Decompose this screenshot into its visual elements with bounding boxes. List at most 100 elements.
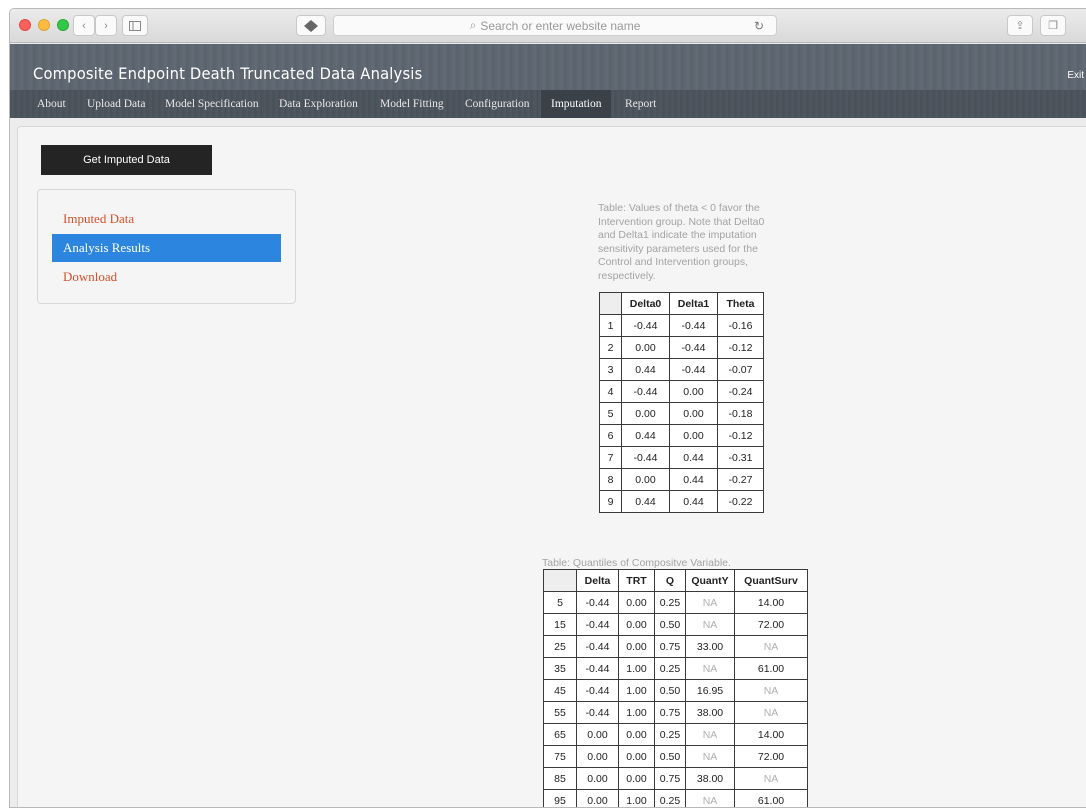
exit-link[interactable]: Exit (1067, 70, 1084, 81)
table-cell: 6 (600, 425, 622, 447)
table-cell: 0.75 (655, 636, 686, 658)
table-cell: NA (735, 768, 808, 790)
table-header: TRT (619, 570, 655, 592)
table-cell: 61.00 (735, 790, 808, 808)
table-cell: -0.24 (718, 381, 764, 403)
zoom-window-button[interactable] (57, 19, 69, 31)
close-window-button[interactable] (19, 19, 31, 31)
table-cell: NA (686, 746, 735, 768)
table-cell: -0.12 (718, 337, 764, 359)
table-cell: 0.44 (622, 359, 670, 381)
app-title: Composite Endpoint Death Truncated Data … (33, 64, 422, 83)
theta-table-body: 1-0.44-0.44-0.1620.00-0.44-0.1230.44-0.4… (600, 315, 764, 513)
share-icon[interactable]: ⇪ (1007, 15, 1033, 36)
tab-upload-data[interactable]: Upload Data (77, 90, 155, 118)
sidebar-item-imputed-data[interactable]: Imputed Data (52, 205, 281, 233)
table-header: Theta (718, 293, 764, 315)
tab-configuration[interactable]: Configuration (455, 90, 540, 118)
address-placeholder: Search or enter website name (480, 19, 640, 33)
table-cell: NA (735, 702, 808, 724)
table-cell: 85 (544, 768, 577, 790)
tab-data-exploration[interactable]: Data Exploration (269, 90, 368, 118)
address-bar[interactable]: ⌕ Search or enter website name ↻ (333, 15, 777, 36)
table-cell: -0.44 (622, 381, 670, 403)
table-cell: -0.18 (718, 403, 764, 425)
search-icon: ⌕ (470, 18, 477, 33)
table-cell: -0.44 (577, 680, 619, 702)
get-imputed-data-button[interactable]: Get Imputed Data (41, 145, 212, 175)
table-cell: 14.00 (735, 592, 808, 614)
table-cell: 0.00 (619, 592, 655, 614)
back-icon[interactable]: ‹ (73, 15, 95, 36)
table-cell: 0.00 (670, 381, 718, 403)
sidebar-item-download[interactable]: Download (52, 263, 281, 291)
table-cell: -0.44 (622, 315, 670, 337)
table-cell: 0.44 (622, 425, 670, 447)
table-header-row: Delta0 Delta1 Theta (600, 293, 764, 315)
table-cell: -0.44 (577, 702, 619, 724)
table-cell: -0.44 (577, 658, 619, 680)
table-row: 55-0.441.000.7538.00NA (544, 702, 808, 724)
table-cell: NA (735, 680, 808, 702)
table-cell: 4 (600, 381, 622, 403)
table-cell: 0.00 (619, 746, 655, 768)
tabs-icon[interactable]: ❐ (1040, 15, 1066, 36)
table-cell: -0.16 (718, 315, 764, 337)
table-header: QuantSurv (735, 570, 808, 592)
table-cell: 0.00 (619, 724, 655, 746)
table-cell: NA (735, 636, 808, 658)
table-cell: 33.00 (686, 636, 735, 658)
reload-icon[interactable]: ↻ (754, 19, 764, 33)
table-cell: 0.44 (670, 469, 718, 491)
table-cell: -0.44 (670, 337, 718, 359)
table-cell: 65 (544, 724, 577, 746)
sidebar-toggle-icon[interactable] (122, 15, 148, 36)
table-cell: 0.00 (622, 469, 670, 491)
table-row: 1-0.44-0.44-0.16 (600, 315, 764, 337)
table-row: 25-0.440.000.7533.00NA (544, 636, 808, 658)
table-cell: 0.44 (670, 491, 718, 513)
table-cell: 45 (544, 680, 577, 702)
table-row: 850.000.000.7538.00NA (544, 768, 808, 790)
forward-icon[interactable]: › (95, 15, 117, 36)
minimize-window-button[interactable] (38, 19, 50, 31)
table-cell: 0.00 (670, 403, 718, 425)
table-row: 45-0.441.000.5016.95NA (544, 680, 808, 702)
table-cell: 0.25 (655, 790, 686, 808)
table-cell: 15 (544, 614, 577, 636)
tab-about[interactable]: About (27, 90, 76, 118)
tab-model-fitting[interactable]: Model Fitting (370, 90, 454, 118)
table-cell: 38.00 (686, 702, 735, 724)
table-cell: 72.00 (735, 614, 808, 636)
table-header: Delta1 (670, 293, 718, 315)
sidebar-item-analysis-results[interactable]: Analysis Results (52, 234, 281, 262)
table-cell: 0.00 (577, 768, 619, 790)
side-panel: Imputed Data Analysis Results Download (37, 189, 296, 304)
table-cell: 72.00 (735, 746, 808, 768)
table-row: 50.000.00-0.18 (600, 403, 764, 425)
tab-report[interactable]: Report (615, 90, 666, 118)
app-header: Composite Endpoint Death Truncated Data … (10, 44, 1086, 90)
site-icon[interactable] (296, 15, 326, 36)
tab-model-specification[interactable]: Model Specification (155, 90, 269, 118)
table-cell: 0.50 (655, 680, 686, 702)
table-cell: -0.44 (577, 592, 619, 614)
table-row: 20.00-0.44-0.12 (600, 337, 764, 359)
table-cell: 0.25 (655, 658, 686, 680)
table-cell: -0.12 (718, 425, 764, 447)
table-cell: 5 (600, 403, 622, 425)
table-cell: 0.00 (619, 614, 655, 636)
table-cell: 1.00 (619, 790, 655, 808)
table-row: 5-0.440.000.25NA14.00 (544, 592, 808, 614)
table-cell: 14.00 (735, 724, 808, 746)
browser-toolbar: ‹ › ⌕ Search or enter website name ↻ ⇪ ❐ (10, 9, 1086, 43)
table-cell: 9 (600, 491, 622, 513)
table-cell: 75 (544, 746, 577, 768)
table-cell: -0.07 (718, 359, 764, 381)
table-row: 90.440.44-0.22 (600, 491, 764, 513)
tab-imputation[interactable]: Imputation (541, 90, 611, 118)
table-cell: 3 (600, 359, 622, 381)
table-cell: 25 (544, 636, 577, 658)
table-cell: 0.75 (655, 702, 686, 724)
table-cell: -0.44 (577, 636, 619, 658)
